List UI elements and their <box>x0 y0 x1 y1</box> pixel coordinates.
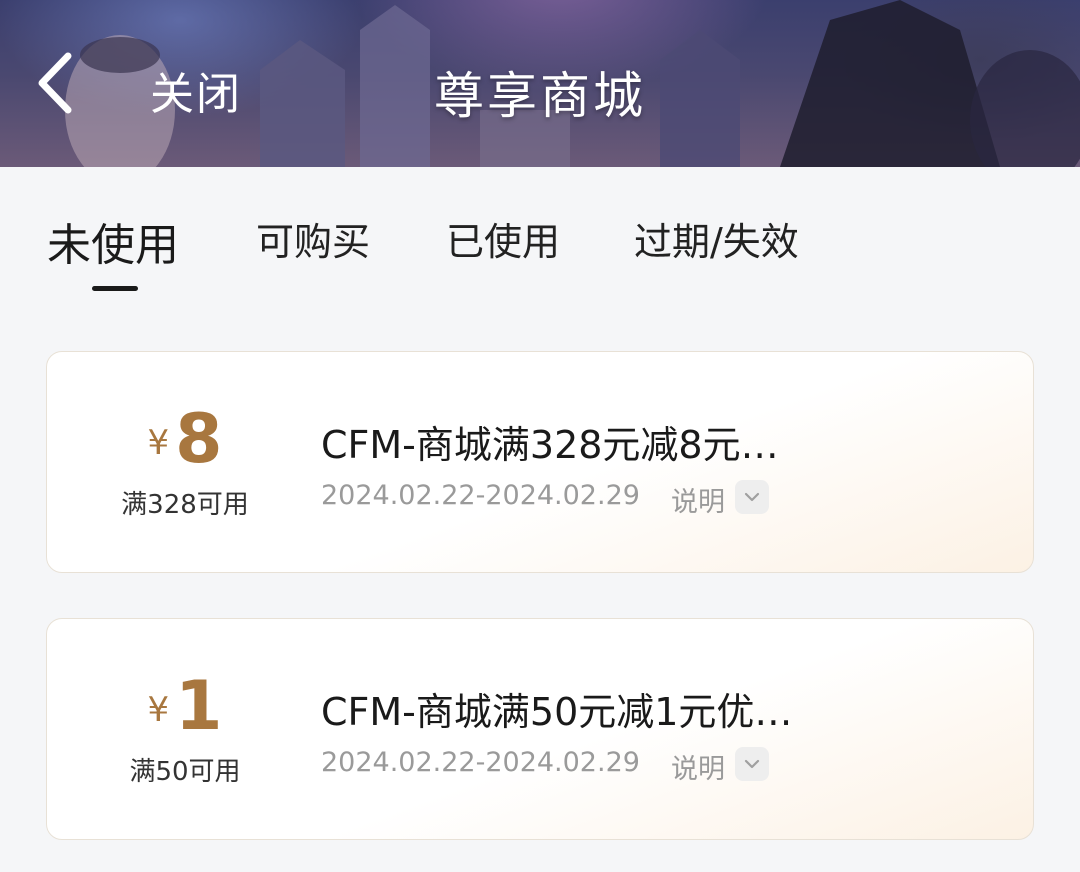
coupon-amount: ¥1 <box>47 667 323 746</box>
coupon-threshold: 满50可用 <box>129 757 241 787</box>
coupon-info-button[interactable]: 说明 <box>671 480 725 519</box>
currency-symbol: ¥ <box>147 690 170 730</box>
page-title: 尊享商城 <box>434 67 646 125</box>
coupon-amount: ¥8 <box>47 400 323 479</box>
currency-symbol: ¥ <box>147 423 170 463</box>
coupon-date-range: 2024.02.22-2024.02.29 <box>321 747 640 778</box>
chevron-down-icon <box>744 492 760 502</box>
tab-purchasable[interactable]: 可购买 <box>256 211 370 266</box>
coupon-threshold: 满328可用 <box>121 490 249 520</box>
chevron-down-icon <box>744 759 760 769</box>
coupon-date-range: 2024.02.22-2024.02.29 <box>321 480 640 511</box>
tab-used[interactable]: 已使用 <box>446 211 560 266</box>
header-banner: 关闭 尊享商城 <box>0 0 1080 167</box>
tab-unused[interactable]: 未使用 <box>47 209 179 273</box>
expand-button[interactable] <box>735 747 769 781</box>
expand-button[interactable] <box>735 480 769 514</box>
coupon-value: 8 <box>175 400 223 479</box>
coupon-card[interactable]: ¥1 满50可用 CFM-商城满50元减1元优… 2024.02.22-2024… <box>46 618 1034 840</box>
tab-expired[interactable]: 过期/失效 <box>634 211 799 266</box>
coupon-name: CFM-商城满328元减8元… <box>321 423 779 467</box>
tab-bar: 未使用 可购买 已使用 过期/失效 <box>0 167 1080 307</box>
coupon-name: CFM-商城满50元减1元优… <box>321 690 793 734</box>
coupon-card[interactable]: ¥8 满328可用 CFM-商城满328元减8元… 2024.02.22-202… <box>46 351 1034 573</box>
active-tab-indicator <box>92 286 138 291</box>
coupon-info-button[interactable]: 说明 <box>671 747 725 786</box>
coupon-value: 1 <box>175 667 223 746</box>
